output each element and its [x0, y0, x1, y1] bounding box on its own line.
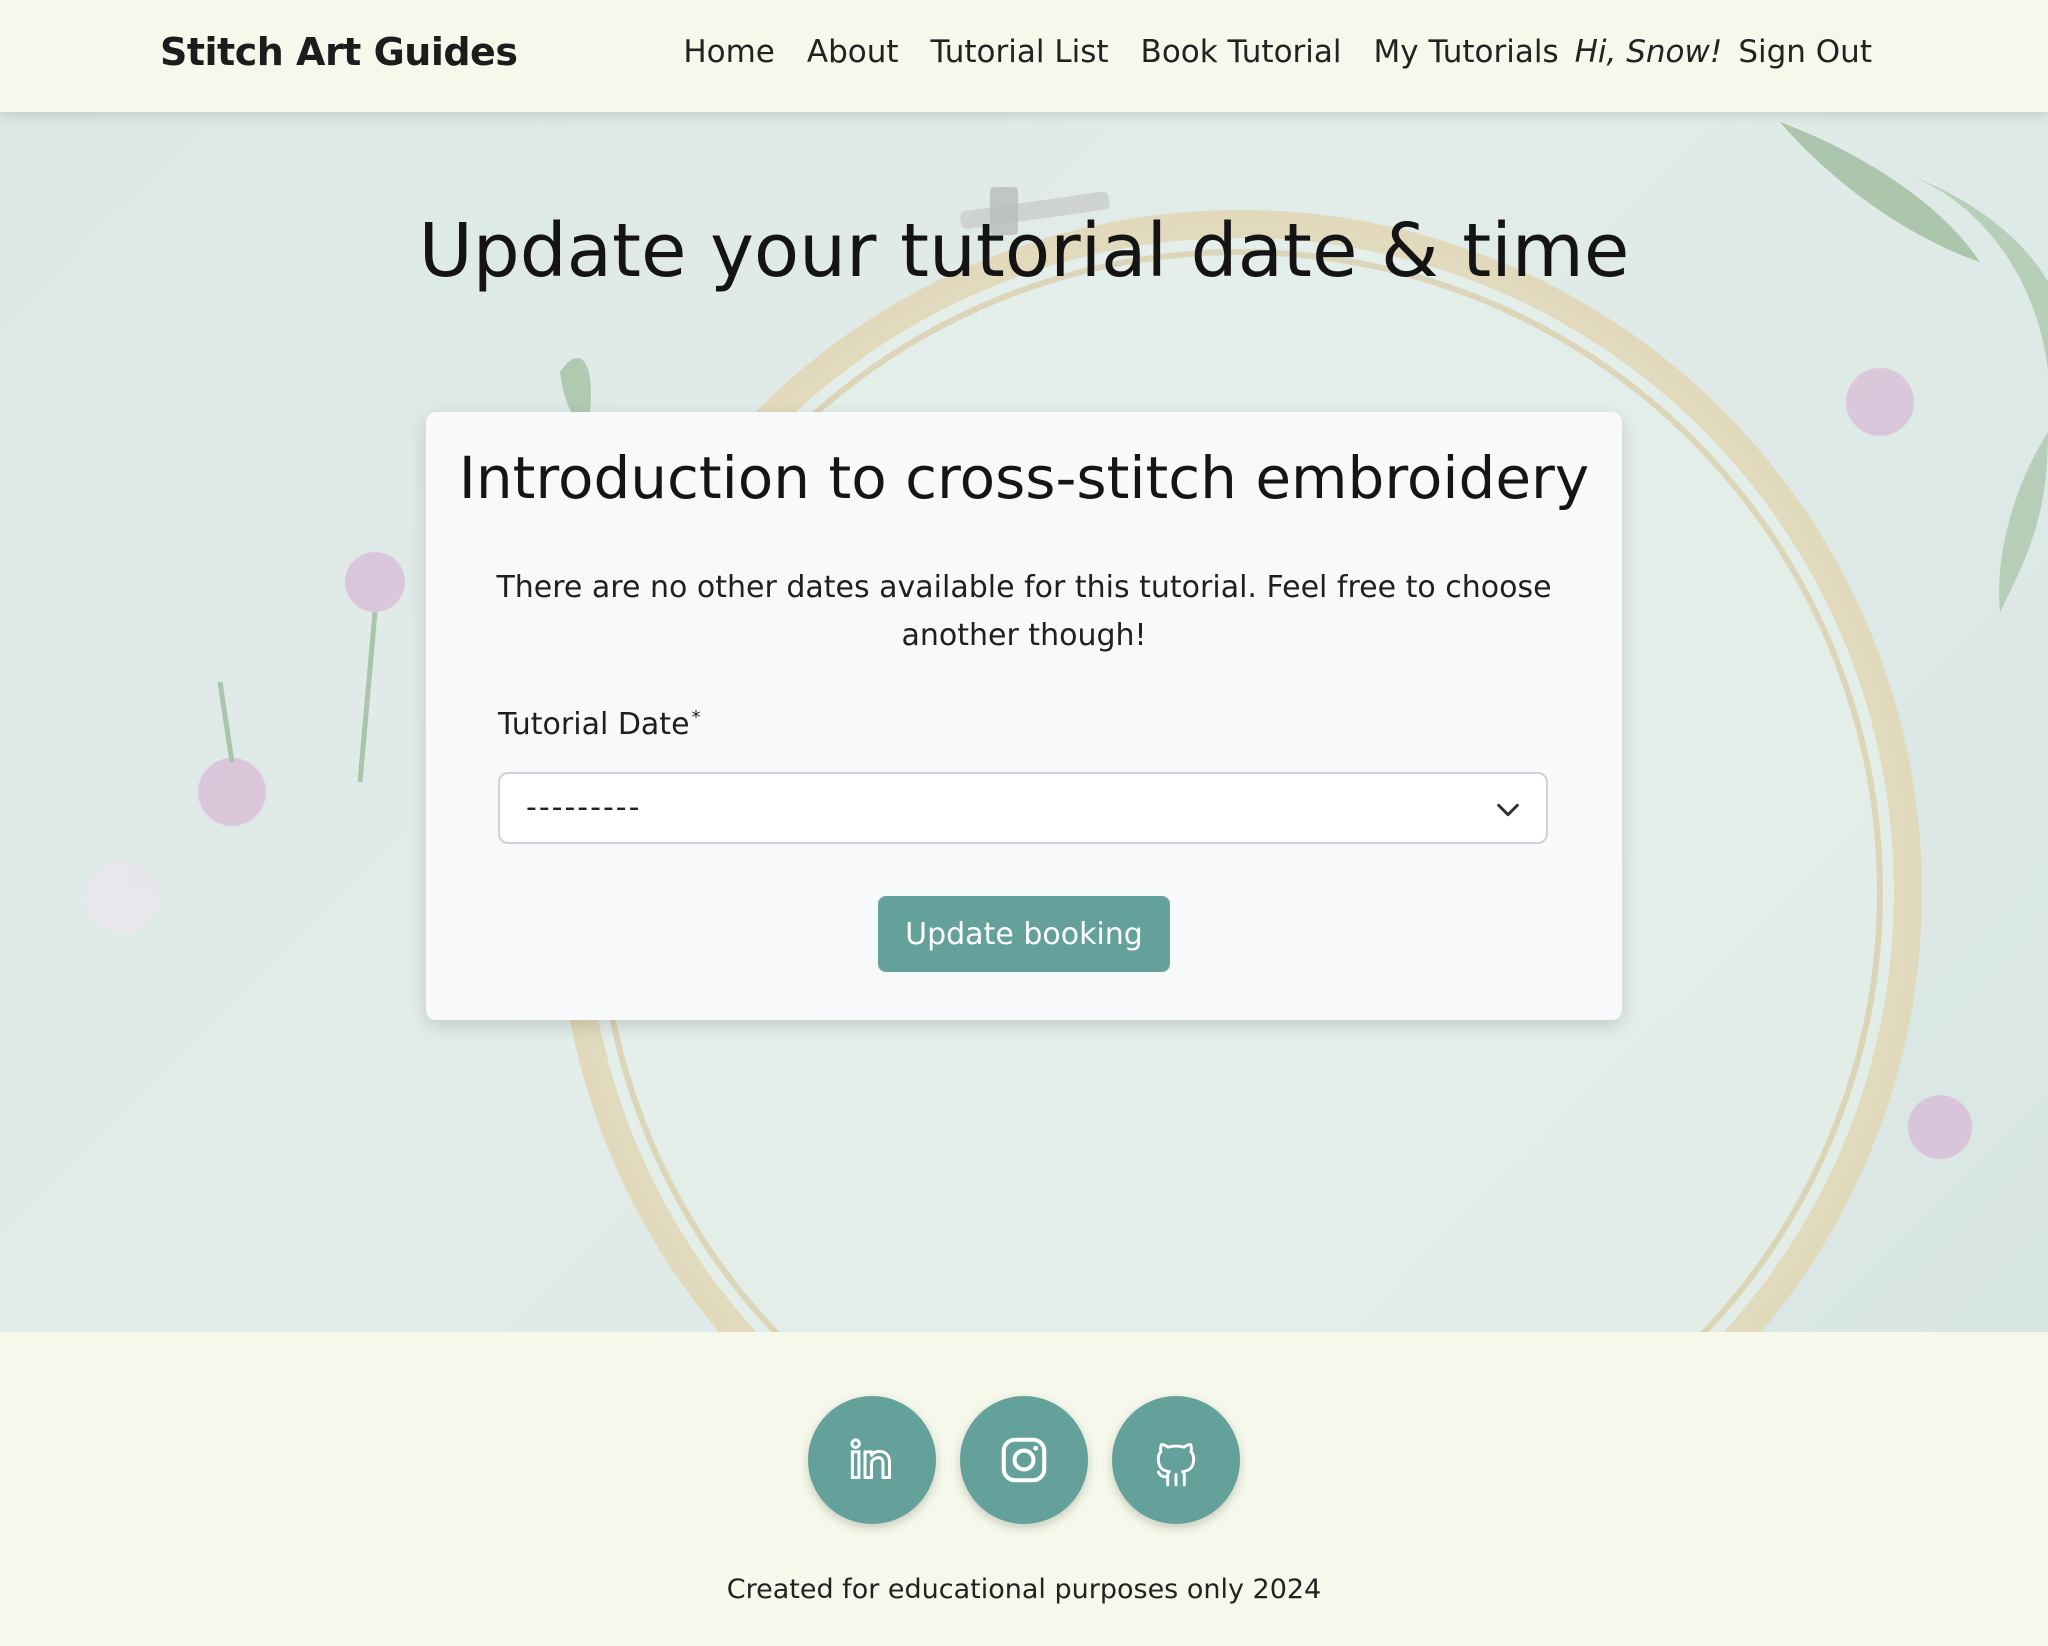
- nav-home[interactable]: Home: [683, 34, 775, 70]
- user-greeting: Hi, Snow!: [1574, 34, 1723, 70]
- nav-sign-out[interactable]: Sign Out: [1738, 34, 1872, 70]
- required-marker: *: [691, 707, 701, 728]
- nav-tutorial-list[interactable]: Tutorial List: [931, 34, 1109, 70]
- nav-book-tutorial[interactable]: Book Tutorial: [1141, 34, 1342, 70]
- instagram-icon: [1001, 1437, 1047, 1483]
- tutorial-date-label-text: Tutorial Date: [498, 707, 690, 742]
- update-booking-button[interactable]: Update booking: [878, 896, 1170, 972]
- page-title: Update your tutorial date & time: [418, 208, 1630, 294]
- footer: Created for educational purposes only 20…: [0, 1332, 2048, 1646]
- tutorial-title: Introduction to cross-stitch embroidery: [458, 444, 1590, 512]
- nav-links: Home About Tutorial List Book Tutorial M…: [651, 34, 1872, 70]
- selected-date-value: ---------: [526, 790, 642, 825]
- nav-about[interactable]: About: [807, 34, 899, 70]
- nav-my-tutorials[interactable]: My Tutorials: [1374, 34, 1559, 70]
- hero-section: Update your tutorial date & time Introdu…: [0, 112, 2048, 1332]
- booking-card: Introduction to cross-stitch embroidery …: [426, 412, 1622, 1020]
- github-button[interactable]: [1112, 1396, 1240, 1524]
- navbar: Stitch Art Guides Home About Tutorial Li…: [0, 0, 2048, 112]
- instagram-button[interactable]: [960, 1396, 1088, 1524]
- footer-copyright: Created for educational purposes only 20…: [726, 1574, 1322, 1605]
- social-links: [808, 1396, 1240, 1524]
- linkedin-button[interactable]: [808, 1396, 936, 1524]
- chevron-down-icon: [1497, 803, 1519, 817]
- availability-message: There are no other dates available for t…: [496, 570, 1552, 653]
- tutorial-date-select[interactable]: ---------: [498, 772, 1548, 844]
- github-icon: [1156, 1443, 1196, 1487]
- linkedin-icon: [850, 1438, 892, 1480]
- tutorial-date-label: Tutorial Date *: [498, 707, 701, 742]
- brand-logo[interactable]: Stitch Art Guides: [160, 30, 518, 74]
